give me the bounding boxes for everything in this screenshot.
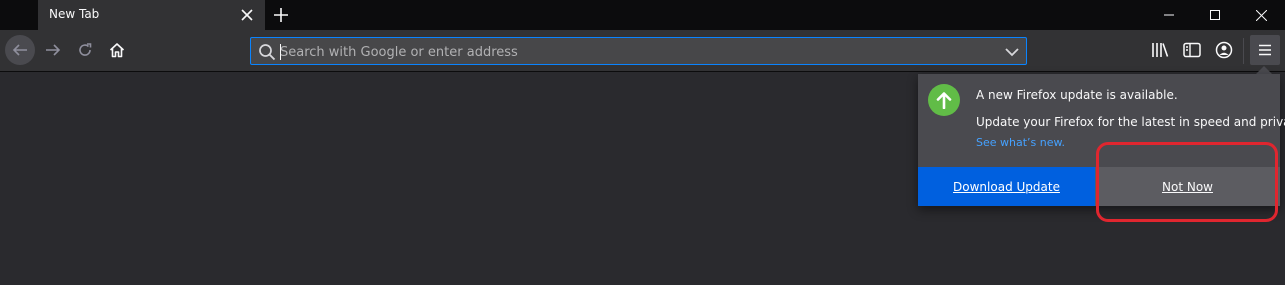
new-tab-button[interactable]: [267, 1, 295, 29]
chevron-down-icon: [1005, 47, 1019, 56]
home-icon: [109, 43, 125, 58]
library-button[interactable]: [1146, 36, 1174, 64]
address-bar[interactable]: [250, 37, 1027, 65]
close-icon: [241, 9, 253, 21]
update-available-icon: [928, 84, 960, 116]
home-button[interactable]: [102, 35, 132, 65]
text-caret: [280, 44, 281, 60]
search-icon: [258, 43, 276, 61]
minimize-button[interactable]: [1146, 0, 1192, 30]
open-menu-button[interactable]: [1250, 35, 1280, 65]
toolbar-separator: [1243, 38, 1244, 64]
reload-button[interactable]: [70, 35, 100, 65]
tab-new-tab[interactable]: New Tab: [38, 0, 265, 30]
hamburger-menu-icon: [1259, 44, 1271, 56]
minimize-icon: [1164, 14, 1174, 16]
tab-strip: New Tab: [0, 0, 1285, 30]
library-icon: [1152, 43, 1169, 57]
forward-arrow-icon: [46, 44, 61, 56]
panel-title: A new Firefox update is available.: [976, 88, 1178, 102]
navigation-toolbar: [0, 30, 1285, 72]
whats-new-link[interactable]: See what’s new.: [976, 136, 1065, 149]
tab-title: New Tab: [49, 7, 100, 21]
maximize-icon: [1210, 10, 1220, 20]
account-icon: [1215, 41, 1233, 59]
download-update-button[interactable]: Download Update: [918, 167, 1095, 206]
account-button[interactable]: [1210, 36, 1238, 64]
url-dropdown-button[interactable]: [1001, 42, 1023, 62]
address-input[interactable]: [280, 42, 980, 62]
reload-icon: [79, 43, 92, 56]
window-close-button[interactable]: [1238, 0, 1284, 30]
back-arrow-icon: [12, 44, 27, 56]
annotation-highlight: [1096, 142, 1278, 222]
tab-close-button[interactable]: [236, 4, 258, 26]
plus-icon: [274, 8, 288, 22]
sidebar-icon: [1183, 42, 1201, 58]
close-icon: [1255, 9, 1267, 21]
forward-button[interactable]: [38, 35, 68, 65]
maximize-button[interactable]: [1192, 0, 1238, 30]
sidebar-button[interactable]: [1178, 36, 1206, 64]
panel-description: Update your Firefox for the latest in sp…: [976, 115, 1285, 129]
back-button[interactable]: [5, 35, 35, 65]
